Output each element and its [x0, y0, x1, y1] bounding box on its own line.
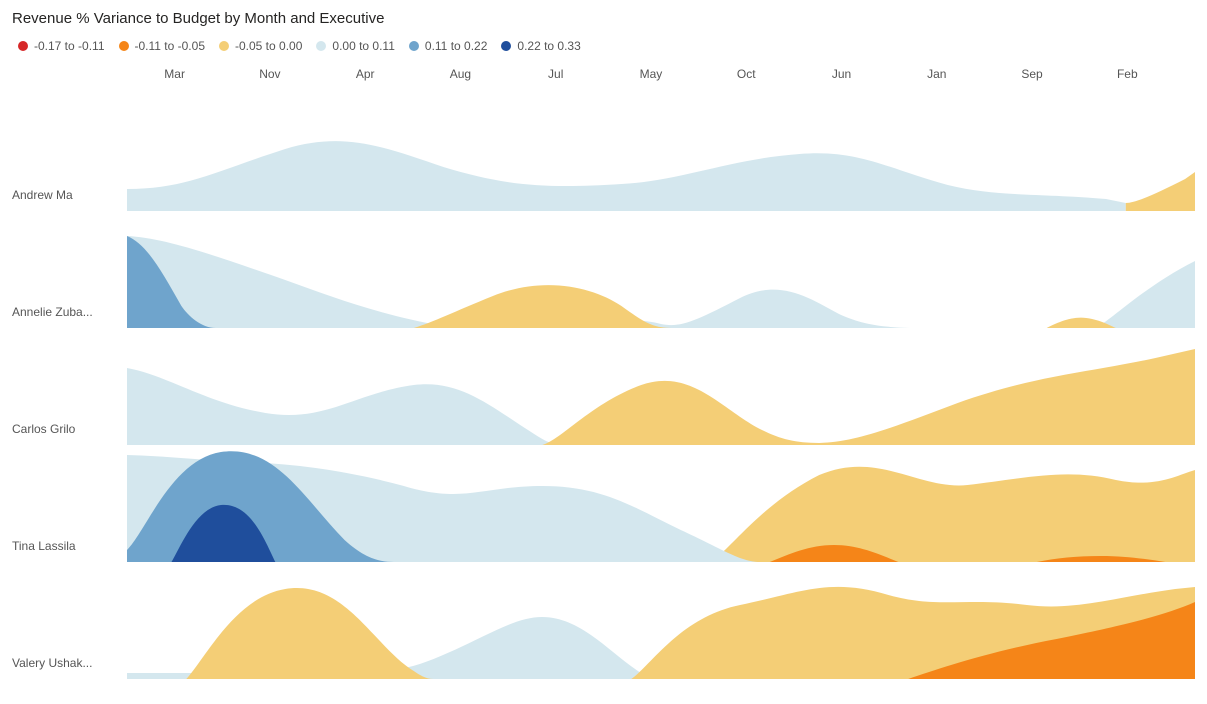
legend-label: 0.00 to 0.11 — [332, 39, 395, 53]
legend-label: -0.11 to -0.05 — [135, 39, 206, 53]
month-label: Sep — [984, 67, 1079, 81]
chart-title: Revenue % Variance to Budget by Month an… — [12, 10, 1195, 27]
executive-label: Tina Lassila — [12, 539, 127, 563]
executive-label: Carlos Grilo — [12, 422, 127, 446]
x-axis-labels: MarNovAprAugJulMayOctJunJanSepFeb — [12, 67, 1195, 81]
legend-item[interactable]: 0.11 to 0.22 — [409, 39, 488, 53]
area-segment[interactable] — [127, 236, 1195, 328]
legend: -0.17 to -0.11 -0.11 to -0.05 -0.05 to 0.0… — [18, 39, 1195, 53]
ridge-plot[interactable] — [127, 450, 1195, 563]
month-label: Jan — [889, 67, 984, 81]
legend-item[interactable]: -0.11 to -0.05 — [119, 39, 206, 53]
executive-label: Annelie Zuba... — [12, 305, 127, 329]
area-segment[interactable] — [1126, 172, 1195, 211]
legend-label: -0.05 to 0.00 — [235, 39, 302, 53]
legend-label: -0.17 to -0.11 — [34, 39, 105, 53]
month-label: Nov — [222, 67, 317, 81]
executive-row: Tina Lassila — [12, 450, 1195, 563]
month-label: May — [603, 67, 698, 81]
area-segment[interactable] — [542, 349, 1195, 445]
executive-label: Valery Ushak... — [12, 656, 127, 680]
legend-item[interactable]: 0.00 to 0.11 — [316, 39, 395, 53]
ridge-plot[interactable] — [127, 567, 1195, 680]
ridge-plot[interactable] — [127, 216, 1195, 329]
legend-swatch — [409, 41, 419, 51]
month-label: Feb — [1080, 67, 1175, 81]
legend-label: 0.11 to 0.22 — [425, 39, 488, 53]
legend-swatch — [501, 41, 511, 51]
executive-label: Andrew Ma — [12, 188, 127, 212]
legend-swatch — [219, 41, 229, 51]
month-label: Oct — [699, 67, 794, 81]
chart-rows: Andrew Ma Annelie Zuba... Carlos Grilo Tina… — [12, 99, 1195, 680]
executive-row: Carlos Grilo — [12, 333, 1195, 446]
area-segment[interactable] — [127, 141, 1126, 211]
area-segment[interactable] — [710, 467, 1195, 562]
executive-row: Valery Ushak... — [12, 567, 1195, 680]
chart-container: Revenue % Variance to Budget by Month an… — [0, 0, 1207, 704]
legend-swatch — [316, 41, 326, 51]
month-label: Jul — [508, 67, 603, 81]
legend-item[interactable]: 0.22 to 0.33 — [501, 39, 580, 53]
legend-item[interactable]: -0.17 to -0.11 — [18, 39, 105, 53]
month-label: Aug — [413, 67, 508, 81]
month-label: Mar — [127, 67, 222, 81]
ridge-plot[interactable] — [127, 99, 1195, 212]
executive-row: Andrew Ma — [12, 99, 1195, 212]
month-label: Apr — [318, 67, 413, 81]
executive-row: Annelie Zuba... — [12, 216, 1195, 329]
legend-item[interactable]: -0.05 to 0.00 — [219, 39, 302, 53]
legend-swatch — [18, 41, 28, 51]
month-label: Jun — [794, 67, 889, 81]
legend-label: 0.22 to 0.33 — [517, 39, 580, 53]
ridge-plot[interactable] — [127, 333, 1195, 446]
legend-swatch — [119, 41, 129, 51]
